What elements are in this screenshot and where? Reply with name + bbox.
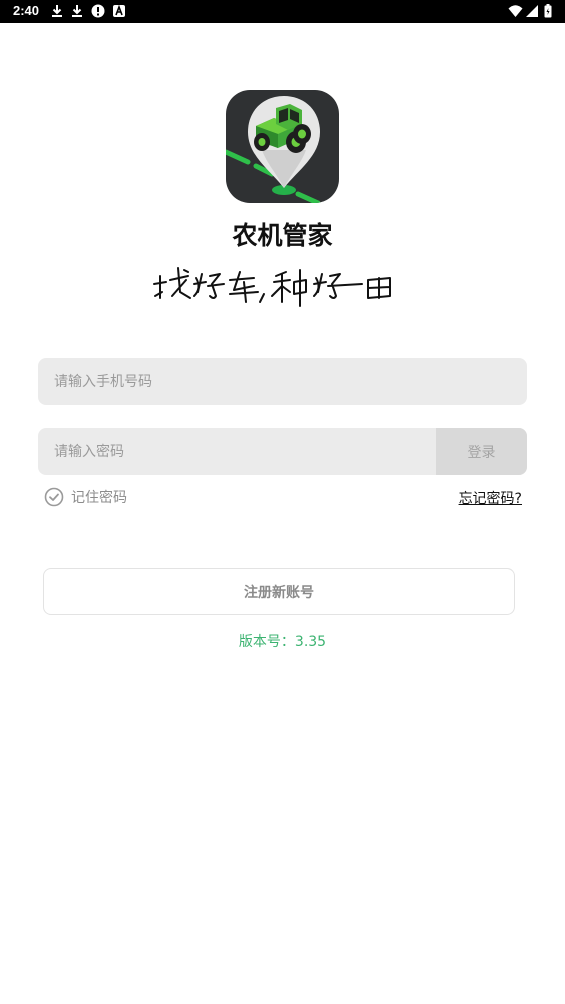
cell-signal-icon xyxy=(526,5,538,17)
login-button[interactable]: 登录 xyxy=(436,428,527,475)
remember-password-label: 记住密码 xyxy=(71,490,127,506)
app-logo xyxy=(226,90,339,203)
wifi-icon xyxy=(508,5,523,17)
battery-icon xyxy=(544,4,552,18)
tractor-pin-icon xyxy=(226,96,321,203)
remember-password-toggle[interactable]: 记住密码 xyxy=(44,487,127,507)
app-name: 农机管家 xyxy=(232,221,333,250)
password-field: 登录 xyxy=(38,428,527,475)
status-time: 2:40 xyxy=(13,3,40,18)
password-input[interactable] xyxy=(38,428,436,475)
alert-icon xyxy=(91,4,105,18)
download-icon xyxy=(72,5,82,17)
status-bar: 2:40 xyxy=(0,0,565,23)
check-circle-icon xyxy=(44,487,64,507)
slogan-handwriting xyxy=(153,267,391,307)
download-icon xyxy=(52,5,62,17)
font-icon xyxy=(113,4,125,17)
phone-input[interactable] xyxy=(38,358,527,405)
forgot-password-link[interactable]: 忘记密码? xyxy=(459,488,522,508)
phone-field xyxy=(38,358,527,405)
register-button[interactable]: 注册新账号 xyxy=(43,568,515,615)
version-text: 版本号：3.35 xyxy=(238,634,327,650)
